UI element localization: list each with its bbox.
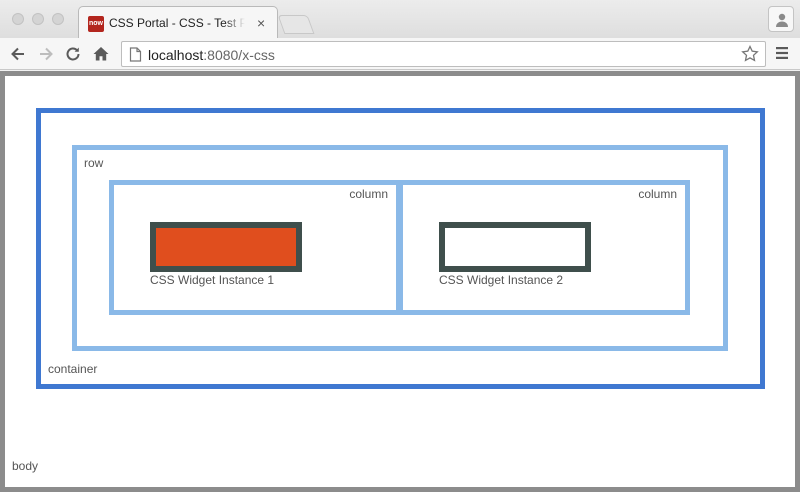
- window-zoom-button[interactable]: [52, 13, 64, 25]
- reload-icon[interactable]: [63, 44, 83, 64]
- browser-tab[interactable]: now CSS Portal - CSS - Test Page ×: [78, 6, 278, 39]
- profile-icon: [776, 13, 788, 27]
- window-minimize-button[interactable]: [32, 13, 44, 25]
- column-label-2: column: [638, 187, 677, 201]
- menu-icon[interactable]: [775, 46, 789, 60]
- page-body: column CSS Widget Instance 1 column CSS …: [0, 71, 800, 492]
- new-tab-button[interactable]: [277, 15, 315, 34]
- favicon-icon: now: [88, 16, 104, 32]
- bookmark-star-icon[interactable]: [741, 45, 759, 63]
- row-box: column CSS Widget Instance 1 column CSS …: [72, 145, 728, 351]
- browser-toolbar: localhost:8080/x-css: [0, 38, 800, 70]
- tab-close-icon[interactable]: ×: [257, 15, 265, 31]
- address-url: localhost:8080/x-css: [148, 47, 275, 63]
- body-label: body: [12, 459, 39, 473]
- tab-title: CSS Portal - CSS - Test Page: [109, 16, 245, 30]
- window-close-button[interactable]: [12, 13, 24, 25]
- css-widget-instance-1[interactable]: [150, 222, 302, 272]
- widget-label-1: CSS Widget Instance 1: [150, 273, 275, 287]
- container-box: column CSS Widget Instance 1 column CSS …: [36, 108, 765, 389]
- column-box-1: column CSS Widget Instance 1: [109, 180, 401, 315]
- page-icon: [129, 47, 142, 62]
- address-bar[interactable]: localhost:8080/x-css: [121, 41, 766, 67]
- container-label: container: [48, 362, 98, 376]
- browser-titlebar: now CSS Portal - CSS - Test Page ×: [0, 0, 800, 39]
- column-box-2: column CSS Widget Instance 2: [398, 180, 690, 315]
- url-host: localhost: [148, 47, 204, 63]
- profile-button[interactable]: [768, 6, 794, 32]
- column-label-1: column: [349, 187, 388, 201]
- css-widget-instance-2[interactable]: [439, 222, 591, 272]
- back-icon[interactable]: [8, 44, 28, 64]
- home-icon[interactable]: [91, 44, 111, 64]
- forward-icon[interactable]: [36, 44, 56, 64]
- url-path: :8080/x-css: [203, 47, 275, 63]
- widget-label-2: CSS Widget Instance 2: [439, 273, 564, 287]
- row-label: row: [84, 156, 104, 170]
